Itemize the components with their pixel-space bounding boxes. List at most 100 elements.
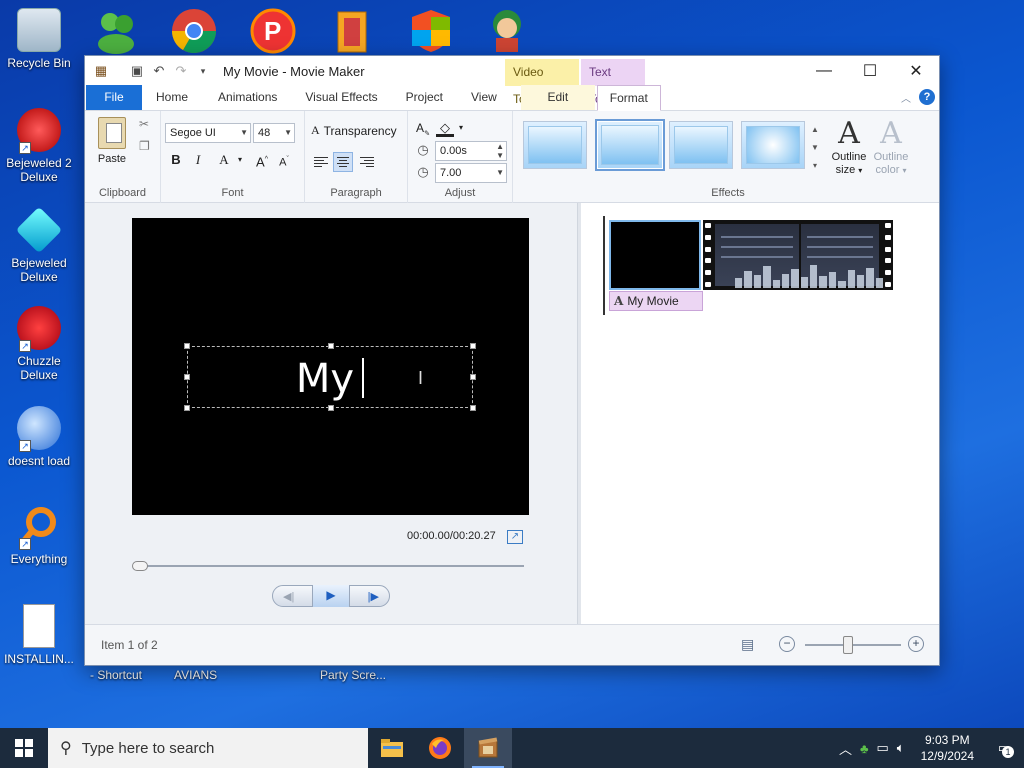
start-button[interactable] [0, 728, 48, 768]
effect-thumbnail-3[interactable] [669, 121, 733, 169]
grow-font-button[interactable]: A^ [253, 151, 271, 169]
undo-icon[interactable]: ↶ [151, 63, 167, 79]
scroll-down-icon[interactable]: ▼ [809, 139, 821, 157]
font-family-select[interactable]: Segoe UI ▼ [165, 123, 251, 143]
video-clip-thumbnail[interactable] [703, 220, 893, 290]
effect-thumbnail-2[interactable] [595, 119, 665, 171]
font-color-chevron-icon[interactable]: ▾ [231, 151, 249, 169]
cut-icon[interactable]: ✂ [139, 117, 149, 131]
redo-icon[interactable]: ↷ [173, 63, 189, 79]
seek-thumb[interactable] [132, 561, 148, 571]
resize-handle[interactable] [328, 343, 334, 349]
effect-thumbnail-1[interactable] [523, 121, 587, 169]
seek-bar[interactable] [132, 561, 524, 571]
start-time-input[interactable]: 0.00s ▲ ▼ [435, 141, 507, 161]
bold-button[interactable]: B [167, 151, 185, 169]
network-icon[interactable]: ▭ [877, 740, 889, 756]
desktop-icon-doesnt-load[interactable]: ↗ doesnt load [1, 406, 77, 468]
align-right-button[interactable] [357, 152, 377, 172]
ribbon-tabs: File Home Animations Visual Effects Proj… [85, 85, 939, 111]
desktop-icon-chrome[interactable] [171, 8, 217, 54]
action-center-button[interactable]: ▭ 1 [990, 734, 1018, 762]
desktop-icon-bejeweled[interactable]: Bejeweled Deluxe [1, 206, 77, 284]
next-frame-icon[interactable]: |▶ [368, 590, 379, 603]
resize-handle[interactable] [328, 405, 334, 411]
show-hidden-icons-chevron-icon[interactable]: ︿ [839, 739, 852, 758]
paste-button[interactable]: Paste [93, 117, 131, 165]
save-icon[interactable]: ▣ [129, 63, 145, 79]
desktop-icon-pinball[interactable]: P [250, 8, 296, 54]
resize-handle[interactable] [470, 343, 476, 349]
outline-color-button[interactable]: A Outline color ▾ [869, 117, 913, 177]
ibeam-cursor-icon: I [418, 368, 424, 388]
zoom-out-icon[interactable]: − [779, 636, 795, 652]
resize-handle[interactable] [184, 343, 190, 349]
more-icon[interactable]: ▾ [809, 157, 821, 175]
thumbnail-size-icon[interactable]: ▤ [741, 636, 754, 653]
desktop-icon-chuzzle[interactable]: ↗ Chuzzle Deluxe [1, 306, 77, 382]
resize-handle[interactable] [470, 405, 476, 411]
transparency-button[interactable]: A Transparency [311, 123, 397, 138]
font-size-select[interactable]: 48 ▼ [253, 123, 295, 143]
search-placeholder: Type here to search [81, 739, 215, 757]
title-clip-label[interactable]: A My Movie [609, 291, 703, 311]
shrink-font-button[interactable]: Aˇ [275, 151, 293, 169]
tab-edit[interactable]: Edit [520, 85, 595, 110]
background-color-chevron-icon[interactable]: ▾ [452, 119, 470, 137]
tab-view[interactable]: View [457, 85, 511, 110]
status-bar: Item 1 of 2 ▤ − + [85, 624, 939, 665]
minimize-icon[interactable]: — [801, 56, 847, 86]
film-app-icon[interactable]: ▦ [93, 63, 109, 79]
text-color-icon[interactable]: A✎ [414, 119, 432, 137]
tab-animations[interactable]: Animations [204, 85, 291, 110]
storyboard-pane[interactable]: A My Movie [581, 203, 939, 626]
play-icon[interactable]: ▶ [312, 585, 350, 607]
effects-gallery-scroll[interactable]: ▲ ▼ ▾ [809, 121, 821, 177]
collapse-ribbon-icon[interactable]: ︿ [901, 90, 911, 105]
desktop-icon-bejeweled-2[interactable]: ↗ Bejeweled 2 Deluxe [1, 108, 77, 184]
desktop-icon-recycle-bin[interactable]: Recycle Bin [1, 8, 77, 70]
scroll-up-icon[interactable]: ▲ [809, 121, 821, 139]
tray-app-icon[interactable]: ♣ [860, 741, 869, 756]
clock[interactable]: 9:03 PM 12/9/2024 [913, 732, 982, 764]
tab-home[interactable]: Home [142, 85, 204, 110]
previous-frame-icon[interactable]: ◀| [283, 590, 294, 603]
desktop-icon-defender[interactable] [408, 8, 454, 54]
tab-file[interactable]: File [86, 85, 142, 110]
tab-format[interactable]: Format [596, 85, 661, 111]
tab-project[interactable]: Project [392, 85, 457, 110]
text-duration-select[interactable]: 7.00 ▼ [435, 163, 507, 183]
taskbar-movie-maker[interactable] [464, 728, 512, 768]
desktop-icon-everything[interactable]: ↗ Everything [1, 504, 77, 566]
spinner-icon[interactable]: ▲ ▼ [496, 142, 504, 160]
volume-icon[interactable]: 🔈︎ [897, 740, 905, 756]
title-bar[interactable]: ▦ ▣ ↶ ↷ ▾ My Movie - Movie Maker Video T… [85, 56, 939, 106]
desktop-icon-messenger[interactable] [94, 8, 140, 54]
desktop-icon-installing[interactable]: INSTALLIN... [1, 604, 77, 666]
taskbar-search-box[interactable]: ⚲ Type here to search [48, 728, 368, 768]
taskbar-firefox[interactable] [416, 728, 464, 768]
close-icon[interactable]: ✕ [893, 56, 939, 86]
outline-size-button[interactable]: A Outline size ▾ [827, 117, 871, 177]
effect-thumbnail-4[interactable] [741, 121, 805, 169]
desktop-icon-party[interactable] [330, 8, 376, 54]
help-icon[interactable]: ? [919, 89, 935, 105]
zoom-slider-thumb[interactable] [843, 636, 854, 654]
title-clip-thumbnail[interactable] [609, 220, 701, 290]
playhead[interactable] [603, 216, 605, 315]
align-left-button[interactable] [311, 152, 331, 172]
italic-button[interactable]: I [189, 151, 207, 169]
zoom-in-icon[interactable]: + [908, 636, 924, 652]
fullscreen-preview-icon[interactable]: ↗ [507, 530, 523, 544]
zoom-slider[interactable] [805, 636, 901, 654]
desktop-icon-avians[interactable] [484, 6, 530, 54]
copy-icon[interactable]: ❐ [139, 139, 150, 153]
video-preview[interactable]: My I [132, 218, 529, 515]
taskbar-file-explorer[interactable] [368, 728, 416, 768]
caption-text-box[interactable]: My [184, 343, 476, 411]
customize-qat-chevron-icon[interactable]: ▾ [195, 63, 211, 79]
align-center-button[interactable] [333, 152, 353, 172]
maximize-icon[interactable]: ☐ [847, 56, 893, 86]
resize-handle[interactable] [184, 405, 190, 411]
tab-visual-effects[interactable]: Visual Effects [291, 85, 391, 110]
